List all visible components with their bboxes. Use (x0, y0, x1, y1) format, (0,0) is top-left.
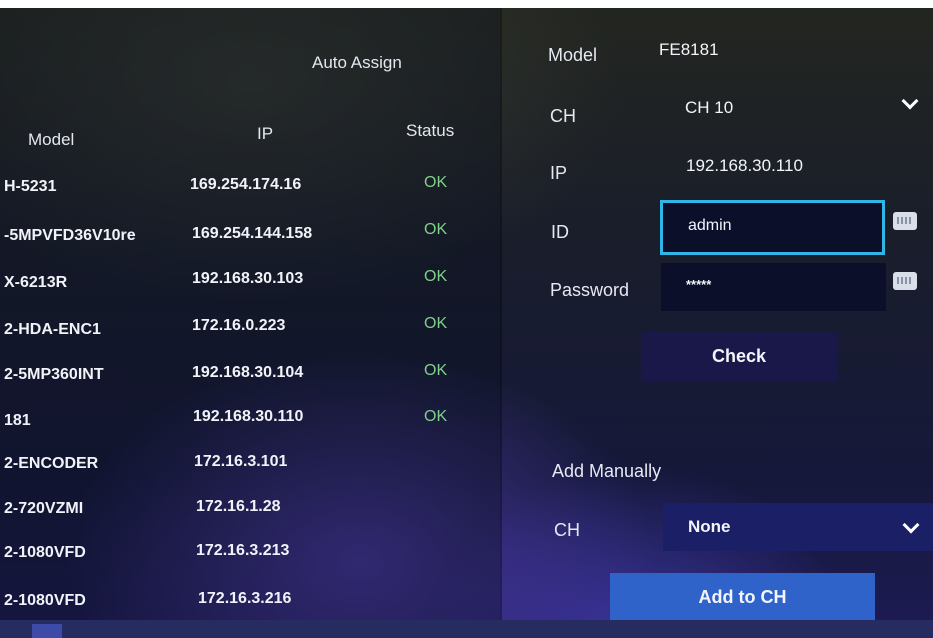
device-ip: 172.16.0.223 (192, 317, 286, 334)
id-field[interactable]: admin (660, 200, 885, 255)
device-row[interactable]: 2-ENCODER 172.16.3.101 (0, 453, 500, 501)
device-model: 2-720VZMI (4, 500, 84, 517)
device-ip: 192.168.30.103 (192, 270, 304, 287)
id-label: ID (551, 222, 569, 242)
device-row[interactable]: 2-5MP360INT 192.168.30.104 OK (0, 362, 500, 408)
ch-dropdown-value: CH 10 (685, 98, 734, 117)
panel-divider (500, 8, 502, 620)
column-header-ip[interactable]: IP (257, 124, 273, 144)
device-row[interactable]: 2-720VZMI 172.16.1.28 (0, 498, 500, 546)
device-model: H-5231 (4, 178, 57, 195)
id-field-value: admin (688, 217, 732, 234)
device-status: OK (424, 408, 448, 425)
keyboard-icon[interactable] (893, 272, 917, 290)
device-ip: 172.16.3.216 (198, 590, 292, 607)
password-label: Password (550, 280, 630, 300)
device-ip: 172.16.3.213 (196, 542, 290, 559)
device-status: OK (424, 315, 448, 332)
device-status: OK (424, 268, 448, 285)
device-model: 2-HDA-ENC1 (4, 321, 101, 338)
manual-ch-dropdown[interactable]: None (663, 503, 933, 551)
device-model: 2-ENCODER (4, 455, 99, 472)
device-status: OK (424, 362, 448, 379)
ip-value: 192.168.30.110 (686, 156, 803, 175)
bottom-toolbar (0, 620, 933, 638)
device-row[interactable]: 181 192.168.30.110 OK (0, 408, 500, 454)
device-model: 2-1080VFD (4, 592, 86, 609)
column-header-model[interactable]: Model (28, 130, 74, 150)
password-field-value: ***** (686, 277, 712, 292)
auto-assign-button[interactable]: Auto Assign (312, 53, 402, 73)
add-to-ch-button[interactable]: Add to CH (610, 573, 875, 621)
device-ip: 169.254.144.158 (192, 225, 313, 242)
device-ip: 172.16.1.28 (196, 498, 281, 515)
top-edge (0, 0, 933, 8)
device-ip: 169.254.174.16 (190, 176, 302, 193)
device-row[interactable]: 2-1080VFD 172.16.3.213 (0, 542, 500, 590)
device-ip: 172.16.3.101 (194, 453, 288, 470)
device-status: OK (424, 174, 448, 191)
ip-label: IP (550, 163, 568, 183)
check-button[interactable]: Check (641, 331, 837, 381)
add-manually-title: Add Manually (552, 461, 662, 481)
bottom-toolbar-tab[interactable] (32, 624, 62, 638)
device-model: X-6213R (4, 274, 68, 291)
device-model: 181 (4, 412, 31, 429)
device-row[interactable]: -5MPVFD36V10re 169.254.144.158 OK (0, 221, 500, 267)
keyboard-icon[interactable] (893, 212, 917, 230)
password-field[interactable]: ***** (661, 263, 886, 311)
device-row[interactable]: 2-HDA-ENC1 172.16.0.223 OK (0, 315, 500, 361)
model-value: FE8181 (659, 40, 719, 59)
chevron-down-icon (902, 516, 920, 534)
column-header-status[interactable]: Status (406, 121, 454, 141)
device-model: 2-1080VFD (4, 544, 86, 561)
manual-ch-dropdown-value: None (688, 517, 731, 536)
model-label: Model (548, 45, 598, 65)
device-row[interactable]: H-5231 169.254.174.16 OK (0, 174, 500, 220)
device-model: -5MPVFD36V10re (4, 227, 136, 244)
device-ip: 192.168.30.110 (193, 408, 304, 425)
manual-ch-label: CH (554, 520, 580, 540)
device-model: 2-5MP360INT (4, 366, 104, 383)
ch-label: CH (550, 106, 576, 126)
device-ip: 192.168.30.104 (192, 364, 304, 381)
device-row[interactable]: X-6213R 192.168.30.103 OK (0, 268, 500, 314)
device-status: OK (424, 221, 448, 238)
ch-dropdown[interactable]: CH 10 (660, 90, 933, 134)
chevron-down-icon (901, 92, 919, 110)
